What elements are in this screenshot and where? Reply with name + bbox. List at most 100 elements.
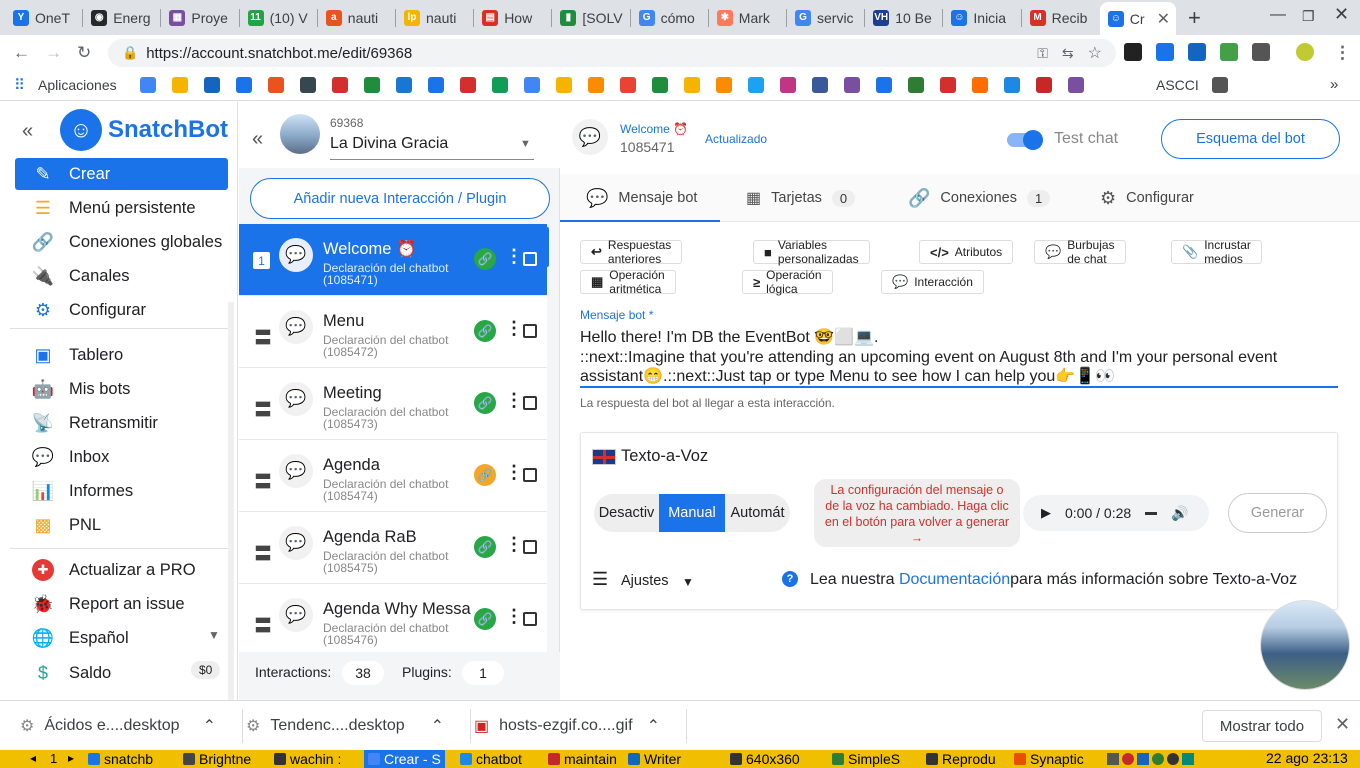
bookmark-favicon-icon[interactable] <box>300 77 316 93</box>
row-checkbox[interactable] <box>523 252 537 266</box>
tts-mode-manual[interactable]: Manual <box>659 494 725 532</box>
bot-name[interactable]: La Divina Gracia <box>330 135 448 153</box>
browser-tab[interactable]: Y OneT <box>5 5 81 30</box>
documentation-link[interactable]: Documentación <box>899 571 1010 588</box>
drag-handle-icon[interactable]: 〓 <box>254 540 272 566</box>
bookmark-favicon-icon[interactable] <box>1068 77 1084 93</box>
bookmark-favicon-icon[interactable] <box>844 77 860 93</box>
connection-link-icon[interactable]: 🔗 <box>474 608 496 630</box>
profile-avatar[interactable] <box>1296 43 1314 61</box>
tray-icon[interactable] <box>1182 753 1194 765</box>
maximize-icon[interactable]: ❐ <box>1302 8 1315 25</box>
sidebar-scrollbar[interactable] <box>228 302 234 700</box>
taskbar-window[interactable]: Crear - S <box>364 750 445 768</box>
sidebar-item-tablero[interactable]: ▣ Tablero <box>15 339 228 371</box>
browser-tab[interactable]: M Recib <box>1022 5 1098 30</box>
window-close-icon[interactable]: ✕ <box>1334 4 1349 25</box>
sidebar-item-espanol[interactable]: 🌐 Español <box>15 622 228 654</box>
key-icon[interactable]: ⚿ <box>1037 45 1048 62</box>
progress-handle-icon[interactable] <box>1145 511 1158 515</box>
browser-tab[interactable]: ✱ Mark <box>709 5 785 30</box>
tray-icon[interactable] <box>1152 753 1164 765</box>
tray-icon[interactable] <box>1107 753 1119 765</box>
taskbar-window[interactable]: snatchb <box>88 750 153 768</box>
bookmark-favicon-icon[interactable] <box>460 77 476 93</box>
sidebar-item-crear[interactable]: ✎ Crear <box>15 158 228 190</box>
show-all-button[interactable]: Mostrar todo <box>1202 710 1322 742</box>
extension-icon[interactable] <box>1156 43 1174 61</box>
drag-handle-icon[interactable]: 〓 <box>254 612 272 638</box>
add-interaction-button[interactable]: Añadir nueva Interacción / Plugin <box>250 178 550 219</box>
tray-icon[interactable] <box>1122 753 1134 765</box>
collapse-list-icon[interactable]: « <box>252 128 263 151</box>
browser-tab[interactable]: 11 (10) V <box>240 5 316 30</box>
browser-tab[interactable]: ☺ Cr ✕ <box>1099 2 1176 35</box>
bookmark-favicon-icon[interactable] <box>940 77 956 93</box>
workspace-number[interactable]: 1 <box>50 751 57 766</box>
tray-icon[interactable] <box>1137 753 1149 765</box>
bookmark-favicon-icon[interactable] <box>204 77 220 93</box>
download-item[interactable]: ⚙ Ácidos e....desktop ⌃ <box>20 701 230 751</box>
bookmark-favicon-icon[interactable] <box>812 77 828 93</box>
tts-mode-off[interactable]: Desactiv <box>594 494 659 532</box>
sidebar-item-conexiones-globales[interactable]: 🔗 Conexiones globales <box>15 226 228 258</box>
more-bookmarks-icon[interactable]: » <box>1330 76 1338 93</box>
language-dropdown-icon[interactable]: ▼ <box>208 628 220 642</box>
next-workspace-icon[interactable]: ▸ <box>68 751 74 765</box>
sidebar-item-pnl[interactable]: ▩ PNL <box>15 509 228 541</box>
taskbar-window[interactable]: Writer <box>628 750 681 768</box>
volume-icon[interactable]: 🔊 <box>1171 505 1188 522</box>
browser-tab[interactable]: Gcómo <box>631 5 707 30</box>
play-icon[interactable]: ▶ <box>1041 505 1051 521</box>
download-chevron-icon[interactable]: ⌃ <box>431 716 444 736</box>
browser-tab[interactable]: Gservic <box>787 5 863 30</box>
browser-tab[interactable]: ▤ How <box>474 5 550 30</box>
download-chevron-icon[interactable]: ⌃ <box>203 716 216 736</box>
tts-settings-toggle[interactable]: Ajustes <box>621 573 669 589</box>
collapse-sidebar-icon[interactable]: « <box>22 120 33 143</box>
bookmark-favicon-icon[interactable] <box>364 77 380 93</box>
taskbar-window[interactable]: Reprodu <box>926 750 996 768</box>
download-item[interactable]: ▣ hosts-ezgif.co....gif ⌃ <box>474 701 674 751</box>
taskbar-window[interactable]: chatbot <box>460 750 522 768</box>
insert-chip[interactable]: 📎 Incrustar medios <box>1171 238 1262 266</box>
forward-icon[interactable]: → <box>45 43 62 63</box>
taskbar-window[interactable]: 640x360 <box>730 750 800 768</box>
insert-chip[interactable]: ≥ Operación lógica <box>742 268 833 296</box>
bookmark-apps[interactable]: Aplicaciones <box>38 77 117 93</box>
bookmark-favicon-icon[interactable] <box>332 77 348 93</box>
sidebar-item-mis-bots[interactable]: 🤖 Mis bots <box>15 373 228 405</box>
settings-chevron-icon[interactable]: ▼ <box>682 575 694 589</box>
extension-icon[interactable] <box>1124 43 1142 61</box>
reload-icon[interactable]: ↻ <box>77 43 91 63</box>
insert-chip[interactable]: </> Atributos <box>919 240 1014 264</box>
taskbar-window[interactable]: Synaptic <box>1014 750 1084 768</box>
bot-outline-button[interactable]: Esquema del bot <box>1161 119 1340 159</box>
drag-handle-icon[interactable]: 〓 <box>254 468 272 494</box>
translate-icon[interactable]: ⇆ <box>1062 45 1074 62</box>
bookmark-favicon-icon[interactable] <box>140 77 156 93</box>
row-menu-kebab-icon[interactable]: ⋮ <box>505 606 523 627</box>
menu-kebab-icon[interactable]: ⋮ <box>1334 43 1351 63</box>
download-chevron-icon[interactable]: ⌃ <box>647 716 660 736</box>
bookmark-favicon-icon[interactable] <box>396 77 412 93</box>
minimize-icon[interactable]: — <box>1270 6 1286 24</box>
sidebar-item-configurar[interactable]: ⚙ Configurar <box>15 294 228 326</box>
interaction-name[interactable]: Welcome ⏰ <box>620 122 688 136</box>
bookmark-favicon-icon[interactable] <box>492 77 508 93</box>
taskbar-window[interactable]: SimpleS <box>832 750 900 768</box>
connection-link-icon[interactable]: 🔗 <box>474 248 496 270</box>
new-tab-icon[interactable]: + <box>1188 5 1201 31</box>
tab-close-icon[interactable]: ✕ <box>1157 9 1170 29</box>
row-checkbox[interactable] <box>523 612 537 626</box>
bookmark-favicon-icon[interactable] <box>908 77 924 93</box>
tab-bot-message[interactable]: 💬 Mensaje bot <box>586 174 697 222</box>
bot-select-chevron-icon[interactable]: ▼ <box>520 138 531 150</box>
connection-link-icon[interactable]: 🔗 <box>474 320 496 342</box>
apps-grid-icon[interactable]: ⠿ <box>14 76 25 94</box>
tray-icon[interactable] <box>1167 753 1179 765</box>
tab-configure[interactable]: ⚙ Configurar <box>1100 174 1194 222</box>
insert-chip[interactable]: ▦ Operación aritmética <box>580 268 676 296</box>
sidebar-item-menu-persistente[interactable]: ☰ Menú persistente <box>15 192 228 224</box>
tts-mode-auto[interactable]: Automát <box>725 494 790 532</box>
